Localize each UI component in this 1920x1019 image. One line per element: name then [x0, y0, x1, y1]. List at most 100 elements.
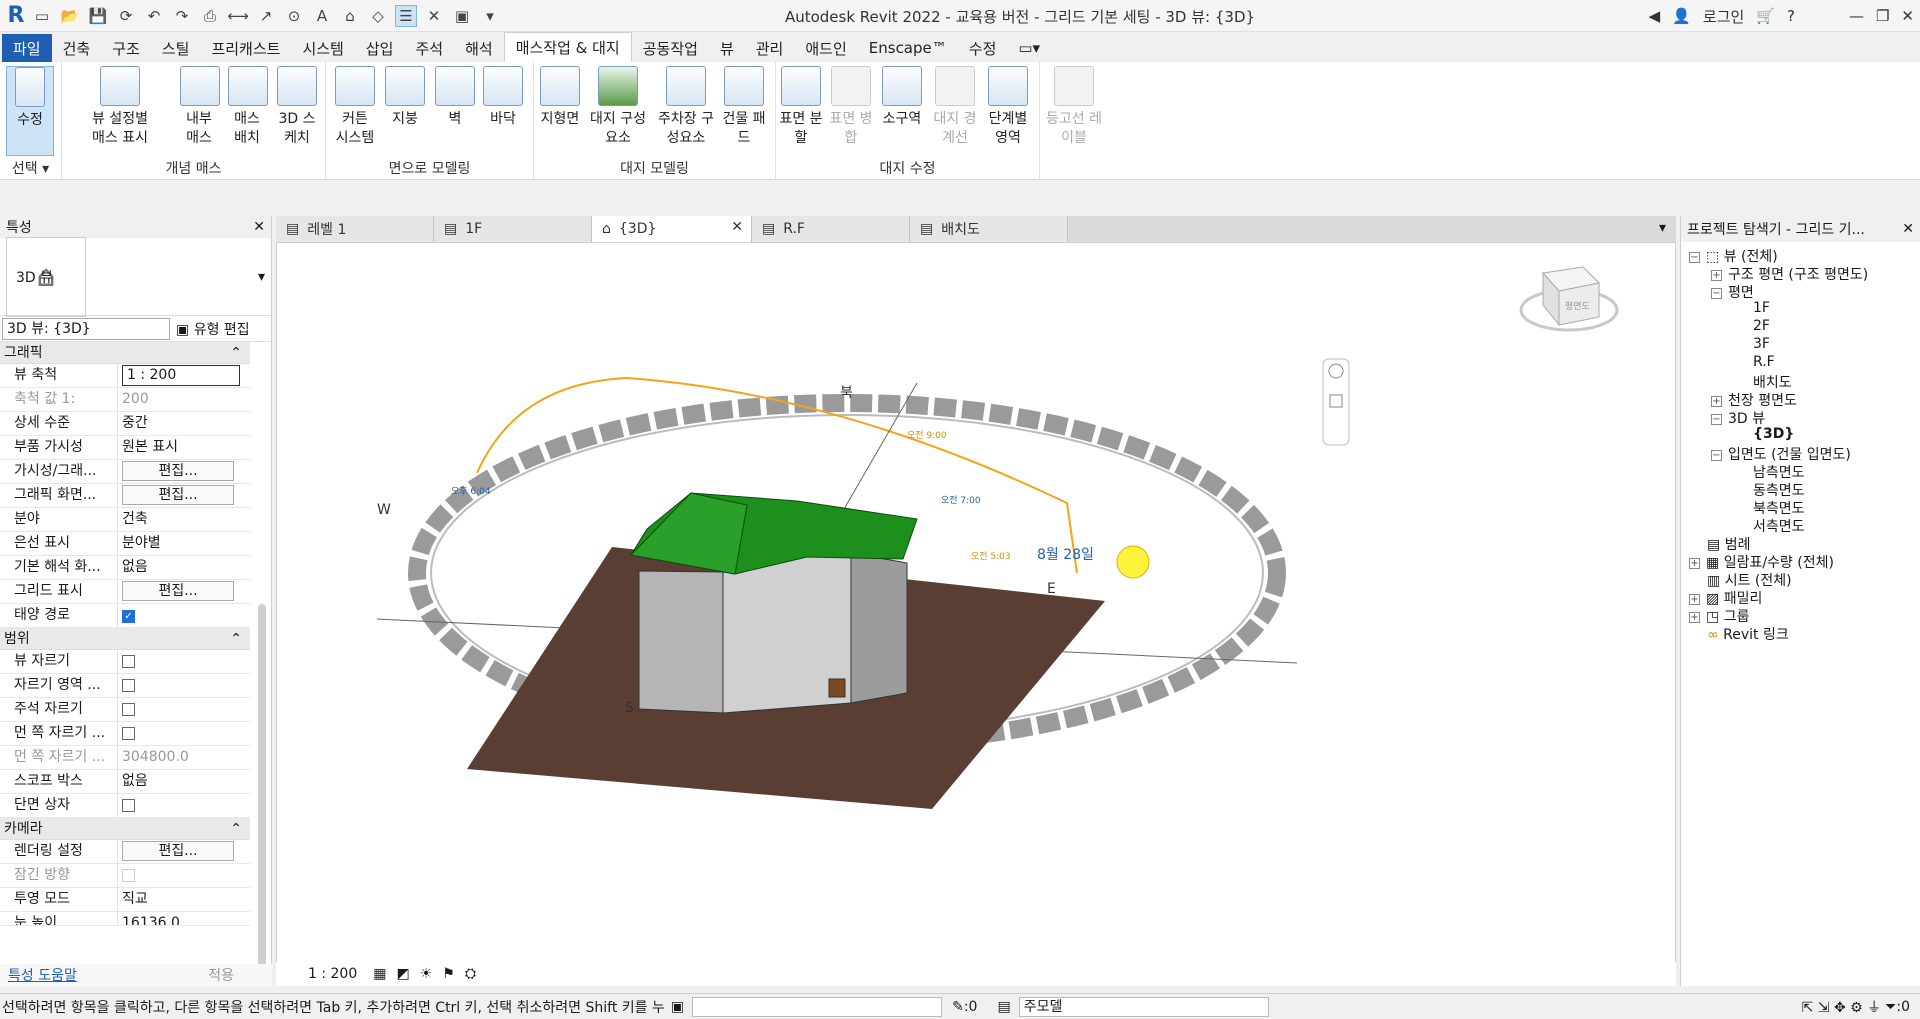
prop-row[interactable]: 상세 수준 중간 [0, 412, 250, 436]
group-extents[interactable]: 범위 ⌃ [0, 628, 250, 650]
modify-button[interactable]: 수정 [6, 66, 54, 156]
ribbon-toggle-icon[interactable]: ▭▾ [1007, 34, 1051, 62]
properties-help-link[interactable]: 특성 도움말 [8, 965, 77, 985]
tree-item[interactable]: 북측면도 [1753, 498, 1805, 518]
tab-collaborate[interactable]: 공동작업 [632, 34, 709, 62]
design-options-icon[interactable]: ▤ [997, 999, 1010, 1015]
tab-insert[interactable]: 삽입 [355, 34, 405, 62]
gdo-edit-button[interactable]: 편집... [122, 485, 234, 505]
view-tab[interactable]: ▤ 레벨 1 [276, 216, 434, 242]
switch-windows-icon[interactable]: ▣ [451, 5, 473, 27]
place-mass-button[interactable]: 매스 배치 [228, 66, 268, 148]
scale-input[interactable]: 1 : 200 [122, 365, 240, 386]
tab-massing-site[interactable]: 매스작업 & 대지 [503, 32, 632, 62]
tree-item[interactable]: − ⬚ 뷰 (전체) [1689, 246, 1778, 266]
graded-region-button[interactable]: 단계별 영역 [982, 66, 1034, 148]
tree-item[interactable]: + 천장 평면도 [1711, 390, 1797, 410]
design-option-dropdown[interactable]: 주모델 [1018, 996, 1269, 1017]
tree-item[interactable]: + ▦ 일람표/수량 (전체) [1689, 552, 1834, 572]
revit-logo-icon[interactable]: R [4, 3, 28, 28]
split-surface-button[interactable]: 표면 분할 [778, 66, 824, 148]
merge-surface-button[interactable]: 표면 병합 [828, 66, 874, 148]
prop-row[interactable]: 눈 높이 16136.0 [0, 912, 250, 926]
view-scale[interactable]: 1 : 200 [308, 966, 357, 982]
tag-icon[interactable]: ⊙ [283, 5, 305, 27]
close-button[interactable]: ✕ [1901, 7, 1914, 25]
section-box-checkbox[interactable] [122, 799, 135, 812]
tabs-menu-icon[interactable]: ▾ [1649, 216, 1676, 242]
tab-precast[interactable]: 프리캐스트 [200, 34, 291, 62]
dimension-icon[interactable]: ↗ [255, 5, 277, 27]
label-contours-button[interactable]: 등고선 레이블 [1044, 66, 1104, 148]
tab-steel[interactable]: 스틸 [151, 34, 201, 62]
tab-systems[interactable]: 시스템 [291, 34, 354, 62]
tree-item[interactable]: 1F [1753, 300, 1770, 316]
minimize-button[interactable]: — [1849, 7, 1864, 25]
toposurface-button[interactable]: 지형면 [536, 66, 584, 129]
user-icon[interactable]: 👤 [1672, 7, 1691, 25]
prop-row[interactable]: 스코프 박스 없음 [0, 770, 250, 794]
view-tab[interactable]: ▤ 1F [434, 216, 592, 242]
undo-icon[interactable]: ↶ [143, 5, 165, 27]
prop-row[interactable]: 부품 가시성 원본 표시 [0, 436, 250, 460]
annotation-crop-checkbox[interactable] [122, 703, 135, 716]
instance-dropdown[interactable]: 3D 뷰: {3D} [2, 317, 170, 340]
print-icon[interactable]: ⎙ [199, 5, 221, 27]
tree-item[interactable]: + ◳ 그룹 [1689, 606, 1749, 626]
worksets-icon[interactable]: ▣ [671, 999, 684, 1015]
crop-visible-checkbox[interactable] [122, 679, 135, 692]
crop-view-checkbox[interactable] [122, 655, 135, 668]
render-edit-button[interactable]: 편집... [122, 841, 234, 861]
tab-structure[interactable]: 구조 [101, 34, 151, 62]
restore-button[interactable]: ❐ [1876, 7, 1889, 25]
tree-item[interactable]: 2F [1753, 318, 1770, 334]
curtain-system-button[interactable]: 커튼 시스템 [334, 66, 376, 148]
save-icon[interactable]: 💾 [87, 5, 109, 27]
render-icon[interactable]: ⛭ [465, 966, 476, 982]
detail-level-icon[interactable]: ▦ [373, 966, 386, 982]
tree-item[interactable]: R.F [1753, 354, 1775, 370]
tree-item[interactable]: 서측면도 [1753, 516, 1805, 536]
tree-item[interactable]: 남측면도 [1753, 462, 1805, 482]
prop-row[interactable]: 기본 해석 화... 없음 [0, 556, 250, 580]
section-icon[interactable]: ◇ [367, 5, 389, 27]
3d-view-icon[interactable]: ⌂ [339, 5, 361, 27]
close-icon[interactable]: ✕ [253, 219, 265, 235]
building-pad-button[interactable]: 건물 패드 [722, 66, 766, 148]
subregion-button[interactable]: 소구역 [876, 66, 928, 129]
tab-analyze[interactable]: 해석 [454, 34, 504, 62]
tree-item[interactable]: − 입면도 (건물 입면도) [1711, 444, 1851, 464]
tab-architecture[interactable]: 건축 [52, 34, 102, 62]
3d-view-canvas[interactable]: 북 S E W 오전 9:00 오전 7:00 오전 5:03 오후 6:04 … [276, 242, 1676, 986]
show-mass-button[interactable]: 뷰 설정별 매스 표시 [84, 66, 156, 148]
text-icon[interactable]: A [311, 5, 333, 27]
tab-view[interactable]: 뷰 [709, 34, 745, 62]
tab-file[interactable]: 파일 [2, 34, 52, 62]
grid-edit-button[interactable]: 편집... [122, 581, 234, 601]
tab-manage[interactable]: 관리 [745, 34, 795, 62]
visual-style-icon[interactable]: ◩ [396, 966, 409, 982]
login-label[interactable]: 로그인 [1703, 6, 1744, 27]
tab-enscape[interactable]: Enscape™ [858, 34, 958, 62]
editable-icon[interactable]: ✎ [952, 999, 964, 1015]
property-line-button[interactable]: 대지 경계선 [932, 66, 978, 148]
search-icon[interactable]: ◀ [1649, 7, 1661, 25]
home-icon[interactable]: ▭ [31, 5, 53, 27]
far-clip-checkbox[interactable] [122, 727, 135, 740]
tree-item[interactable]: + 구조 평면 (구조 평면도) [1711, 264, 1868, 284]
floor-by-face-button[interactable]: 바닥 [482, 66, 524, 129]
open-icon[interactable]: 📂 [59, 5, 81, 27]
sun-path-checkbox[interactable]: ✓ [122, 610, 135, 623]
customize-qat-icon[interactable]: ▾ [479, 5, 501, 27]
tree-item[interactable]: 동측면도 [1753, 480, 1805, 500]
help-icon[interactable]: ? [1787, 7, 1795, 25]
prop-row[interactable]: 투영 모드 직교 [0, 888, 250, 912]
type-selector[interactable]: ⌂ 3D 뷰 ▾ [0, 236, 271, 317]
group-camera[interactable]: 카메라 ⌃ [0, 818, 250, 840]
apply-button[interactable]: 적용 [208, 965, 234, 985]
close-tab-icon[interactable]: ✕ [731, 219, 743, 235]
select-links-icon[interactable]: ⇱ ⇲ ✥ ⚙ ⏚ [1802, 997, 1882, 1017]
view-tab[interactable]: ▤ 배치도 [910, 216, 1068, 242]
tree-item[interactable]: ▤ 범례 [1707, 534, 1750, 554]
chevron-down-icon[interactable]: ▾ [258, 269, 265, 285]
